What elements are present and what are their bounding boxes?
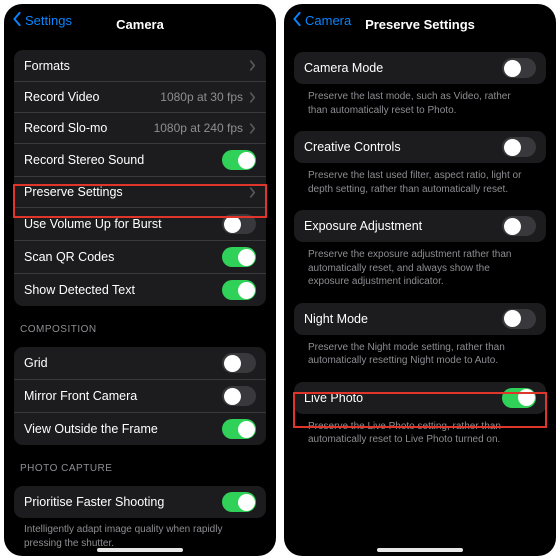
toggle-night-mode[interactable] (502, 309, 536, 329)
label: View Outside the Frame (24, 422, 222, 436)
group-photo-capture: Prioritise Faster Shooting (14, 486, 266, 518)
row-live-photo: Live Photo (294, 382, 546, 414)
toggle-prioritise-faster[interactable] (222, 492, 256, 512)
footer-creative-controls: Preserve the last used filter, aspect ra… (294, 163, 546, 196)
label: Grid (24, 356, 222, 370)
row-grid: Grid (14, 347, 266, 379)
row-stereo-sound: Record Stereo Sound (14, 143, 266, 176)
detail: 1080p at 30 fps (160, 90, 243, 104)
toggle-stereo-sound[interactable] (222, 150, 256, 170)
label: Use Volume Up for Burst (24, 217, 222, 231)
row-record-slomo[interactable]: Record Slo-mo 1080p at 240 fps (14, 112, 266, 143)
label: Camera Mode (304, 61, 502, 75)
label: Night Mode (304, 312, 502, 326)
toggle-camera-mode[interactable] (502, 58, 536, 78)
toggle-grid[interactable] (222, 353, 256, 373)
label: Record Video (24, 90, 160, 104)
chevron-right-icon (249, 187, 256, 198)
back-button[interactable]: Camera (292, 12, 351, 29)
chevron-left-icon (12, 12, 25, 29)
label: Formats (24, 59, 249, 73)
row-exposure-adjustment: Exposure Adjustment (294, 210, 546, 242)
detail: 1080p at 240 fps (154, 121, 243, 135)
toggle-exposure-adjustment[interactable] (502, 216, 536, 236)
row-formats[interactable]: Formats (14, 50, 266, 81)
label: Live Photo (304, 391, 502, 405)
group-composition: Grid Mirror Front Camera View Outside th… (14, 347, 266, 445)
camera-settings-screen: Settings Camera Formats Record Video 108… (4, 4, 276, 556)
toggle-outside-frame[interactable] (222, 419, 256, 439)
label: Creative Controls (304, 140, 502, 154)
section-header-composition: COMPOSITION (20, 324, 262, 335)
label: Preserve Settings (24, 185, 249, 199)
footer-prioritise: Intelligently adapt image quality when r… (14, 518, 266, 550)
chevron-left-icon (292, 12, 305, 29)
page-title: Preserve Settings (365, 17, 475, 32)
row-preserve-settings[interactable]: Preserve Settings (14, 176, 266, 207)
row-record-video[interactable]: Record Video 1080p at 30 fps (14, 81, 266, 112)
label: Record Slo-mo (24, 121, 154, 135)
row-outside-frame: View Outside the Frame (14, 412, 266, 445)
preserve-settings-screen: Camera Preserve Settings Camera Mode Pre… (284, 4, 556, 556)
nav-bar: Camera Preserve Settings (284, 4, 556, 38)
row-volume-burst: Use Volume Up for Burst (14, 207, 266, 240)
toggle-creative-controls[interactable] (502, 137, 536, 157)
back-label: Camera (305, 13, 351, 28)
footer-night-mode: Preserve the Night mode setting, rather … (294, 335, 546, 368)
home-indicator[interactable] (377, 548, 463, 552)
footer-live-photo: Preserve the Live Photo setting, rather … (294, 414, 546, 447)
chevron-right-icon (249, 123, 256, 134)
nav-bar: Settings Camera (4, 4, 276, 38)
row-detected-text: Show Detected Text (14, 273, 266, 306)
row-creative-controls: Creative Controls (294, 131, 546, 163)
group-live-photo: Live Photo (294, 382, 546, 414)
label: Record Stereo Sound (24, 153, 222, 167)
label: Mirror Front Camera (24, 389, 222, 403)
group-night-mode: Night Mode (294, 303, 546, 335)
row-scan-qr: Scan QR Codes (14, 240, 266, 273)
label: Scan QR Codes (24, 250, 222, 264)
toggle-mirror-front[interactable] (222, 386, 256, 406)
section-header-photo-capture: PHOTO CAPTURE (20, 463, 262, 474)
chevron-right-icon (249, 60, 256, 71)
row-night-mode: Night Mode (294, 303, 546, 335)
group-camera-mode: Camera Mode (294, 52, 546, 84)
group-creative-controls: Creative Controls (294, 131, 546, 163)
label: Exposure Adjustment (304, 219, 502, 233)
toggle-scan-qr[interactable] (222, 247, 256, 267)
home-indicator[interactable] (97, 548, 183, 552)
toggle-detected-text[interactable] (222, 280, 256, 300)
footer-exposure-adjustment: Preserve the exposure adjustment rather … (294, 242, 546, 289)
footer-camera-mode: Preserve the last mode, such as Video, r… (294, 84, 546, 117)
back-button[interactable]: Settings (12, 12, 72, 29)
page-title: Camera (116, 17, 164, 32)
row-mirror-front: Mirror Front Camera (14, 379, 266, 412)
group-camera-main: Formats Record Video 1080p at 30 fps Rec… (14, 50, 266, 306)
row-prioritise-faster: Prioritise Faster Shooting (14, 486, 266, 518)
back-label: Settings (25, 13, 72, 28)
row-camera-mode: Camera Mode (294, 52, 546, 84)
chevron-right-icon (249, 92, 256, 103)
label: Show Detected Text (24, 283, 222, 297)
toggle-volume-burst[interactable] (222, 214, 256, 234)
label: Prioritise Faster Shooting (24, 495, 222, 509)
toggle-live-photo[interactable] (502, 388, 536, 408)
group-exposure-adjustment: Exposure Adjustment (294, 210, 546, 242)
